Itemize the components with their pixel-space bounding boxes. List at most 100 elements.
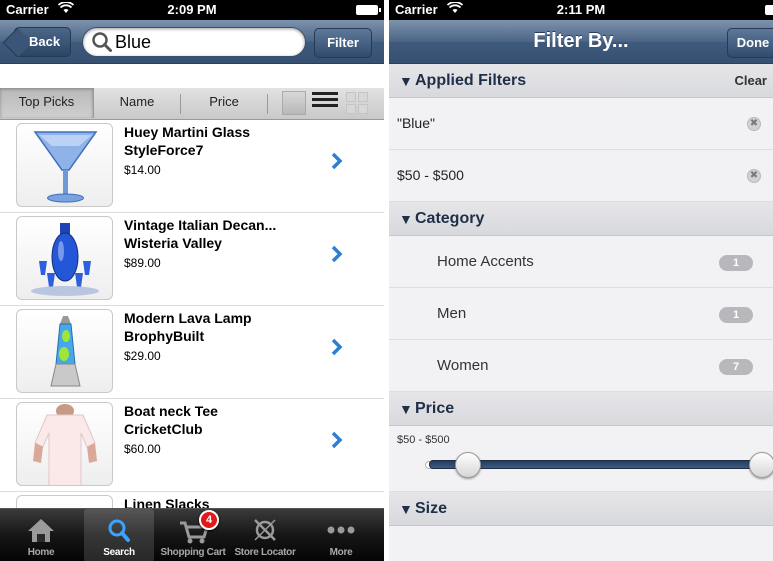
back-button-label: Back <box>29 34 61 49</box>
category-count-badge: 1 <box>719 255 753 271</box>
product-brand: CricketClub <box>124 421 203 437</box>
product-list: Huey Martini Glass StyleForce7 $14.00 Vi… <box>0 120 384 561</box>
product-name: Boat neck Tee <box>124 403 218 419</box>
search-icon <box>108 519 130 542</box>
product-name: Vintage Italian Decan... <box>124 217 277 233</box>
sort-price[interactable]: Price <box>181 88 267 118</box>
clock: 2:09 PM <box>167 2 217 17</box>
product-price: $60.00 <box>124 442 161 456</box>
status-bar: Carrier 2:11 PM <box>389 0 773 20</box>
category-row[interactable]: Home Accents 1 <box>389 236 773 288</box>
filter-screen: Carrier 2:11 PM Filter By... Done ▼ Appl… <box>389 0 773 561</box>
product-list-screen: Carrier 2:09 PM Back Blue Filter Top Pic… <box>0 0 384 561</box>
compass-icon <box>254 519 276 541</box>
sort-divider <box>267 94 268 114</box>
martini-glass-image <box>16 123 113 207</box>
category-label: Men <box>437 305 467 322</box>
navigation-bar: Filter By... Done <box>389 20 773 64</box>
chevron-right-icon <box>331 152 343 170</box>
list-item[interactable]: Vintage Italian Decan... Wisteria Valley… <box>0 213 384 306</box>
more-icon <box>327 526 355 534</box>
tab-bar: Home Search 4 Shopping Cart Store Locato… <box>0 508 384 561</box>
list-item[interactable]: Boat neck Tee CricketClub $60.00 <box>0 399 384 492</box>
price-range-label: $50 - $500 <box>397 434 450 446</box>
remove-filter-icon[interactable]: ✖ <box>747 169 761 183</box>
product-brand: Wisteria Valley <box>124 235 222 251</box>
product-brand: BrophyBuilt <box>124 328 205 344</box>
product-brand: StyleForce7 <box>124 142 204 158</box>
tab-home[interactable]: Home <box>6 509 76 561</box>
cart-count-badge: 4 <box>199 510 219 530</box>
chevron-right-icon <box>331 431 343 449</box>
filter-panel: ▼ Applied Filters Clear "Blue" ✖ $50 - $… <box>389 64 773 526</box>
clear-filters-button[interactable]: Clear <box>734 73 767 88</box>
tab-store-locator[interactable]: Store Locator <box>230 509 300 561</box>
disclosure-triangle-icon: ▼ <box>399 211 413 227</box>
section-title: Applied Filters <box>415 72 527 89</box>
magnifier-icon <box>91 31 113 53</box>
chevron-right-icon <box>331 245 343 263</box>
disclosure-triangle-icon: ▼ <box>399 73 413 89</box>
product-name: Huey Martini Glass <box>124 124 251 140</box>
search-query: Blue <box>115 32 152 52</box>
product-name: Modern Lava Lamp <box>124 310 252 326</box>
category-row[interactable]: Men 1 <box>389 288 773 340</box>
sort-name[interactable]: Name <box>94 88 180 118</box>
chevron-right-icon <box>331 338 343 356</box>
navigation-bar: Back Blue Filter <box>0 20 384 64</box>
search-input[interactable]: Blue <box>82 27 306 57</box>
list-item[interactable]: Modern Lava Lamp BrophyBuilt $29.00 <box>0 306 384 399</box>
single-view-icon[interactable] <box>282 91 306 115</box>
remove-filter-icon[interactable]: ✖ <box>747 117 761 131</box>
filter-button[interactable]: Filter <box>314 28 372 58</box>
grid-view-icon[interactable] <box>345 91 369 115</box>
tab-store-locator-label: Store Locator <box>234 547 296 558</box>
category-count-badge: 1 <box>719 307 753 323</box>
status-bar: Carrier 2:09 PM <box>0 0 384 20</box>
section-title: Size <box>415 500 448 517</box>
section-title: Price <box>415 400 455 417</box>
product-price: $29.00 <box>124 349 161 363</box>
tab-shopping-cart[interactable]: 4 Shopping Cart <box>158 509 228 561</box>
tab-more-label: More <box>329 547 353 558</box>
page-title: Filter By... <box>533 30 629 52</box>
price-range-slider: $50 - $500 <box>389 426 773 492</box>
back-button[interactable]: Back <box>14 27 72 57</box>
slider-max-handle[interactable] <box>749 452 773 478</box>
applied-filter-row: $50 - $500 ✖ <box>389 150 773 202</box>
product-price: $89.00 <box>124 256 161 270</box>
tab-search-label: Search <box>103 547 135 558</box>
tab-shopping-cart-label: Shopping Cart <box>160 547 226 558</box>
disclosure-triangle-icon: ▼ <box>399 401 413 417</box>
category-row[interactable]: Women 7 <box>389 340 773 392</box>
lava-lamp-image <box>16 309 113 393</box>
category-label: Women <box>437 357 489 374</box>
slider-min-handle[interactable] <box>455 452 481 478</box>
category-label: Home Accents <box>437 253 534 270</box>
battery-icon <box>765 5 773 15</box>
category-header[interactable]: ▼ Category <box>389 202 773 236</box>
sort-bar: Top Picks Name Price <box>0 88 384 120</box>
applied-filter-row: "Blue" ✖ <box>389 98 773 150</box>
section-title: Category <box>415 210 485 227</box>
size-header[interactable]: ▼ Size <box>389 492 773 526</box>
product-price: $14.00 <box>124 163 161 177</box>
tab-home-label: Home <box>27 547 55 558</box>
battery-icon <box>356 5 381 15</box>
price-header[interactable]: ▼ Price <box>389 392 773 426</box>
tab-more[interactable]: More <box>306 509 376 561</box>
applied-filter-label: $50 - $500 <box>397 167 464 183</box>
done-button[interactable]: Done <box>727 28 773 58</box>
category-count-badge: 7 <box>719 359 753 375</box>
applied-filter-label: "Blue" <box>397 115 435 131</box>
clock: 2:11 PM <box>556 2 606 17</box>
tee-shirt-image <box>16 402 113 486</box>
tab-search[interactable]: Search <box>84 509 154 561</box>
disclosure-triangle-icon: ▼ <box>399 501 413 517</box>
sort-top-picks[interactable]: Top Picks <box>0 88 94 118</box>
list-item[interactable]: Huey Martini Glass StyleForce7 $14.00 <box>0 120 384 213</box>
home-icon <box>28 519 54 542</box>
decanter-image <box>16 216 113 300</box>
list-view-icon[interactable] <box>312 92 338 114</box>
applied-filters-header[interactable]: ▼ Applied Filters Clear <box>389 64 773 98</box>
